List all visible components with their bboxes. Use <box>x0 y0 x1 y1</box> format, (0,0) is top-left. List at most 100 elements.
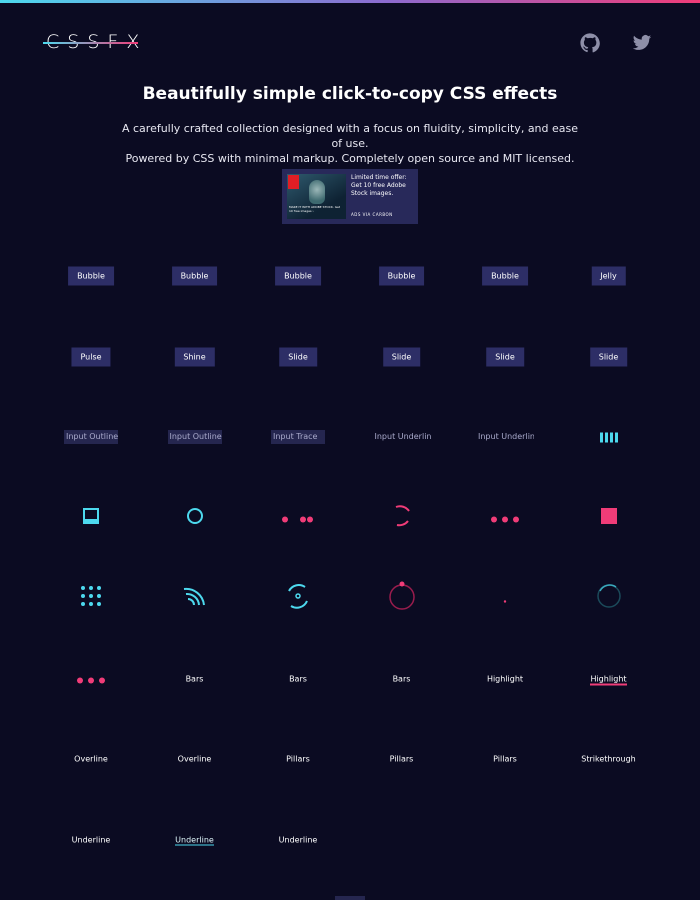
effect-card[interactable]: Pulse <box>39 317 143 397</box>
effect-card[interactable] <box>143 558 247 638</box>
ad-portrait <box>309 180 325 204</box>
effect-card[interactable]: Input Outline <box>143 397 247 477</box>
effect-demo-text[interactable]: Strikethrough <box>557 755 661 764</box>
effect-demo-button[interactable]: Slide <box>279 347 317 366</box>
effect-demo-text[interactable]: Overline <box>39 755 143 764</box>
github-link[interactable] <box>580 33 600 53</box>
effect-card[interactable]: Strikethrough <box>557 719 661 799</box>
effect-card[interactable]: Bars <box>143 639 247 719</box>
effect-card[interactable]: Overline <box>143 719 247 799</box>
effect-card[interactable]: Jelly <box>557 236 661 316</box>
effect-card[interactable]: Overline <box>39 719 143 799</box>
effect-card[interactable]: Underline <box>246 800 350 880</box>
effect-card[interactable]: Shine <box>143 317 247 397</box>
intro-line-2: Powered by CSS with minimal markup. Comp… <box>125 152 575 165</box>
effect-label: Overline <box>177 754 212 764</box>
effect-demo-text[interactable]: Underline <box>39 835 143 844</box>
effect-card[interactable] <box>350 558 454 638</box>
ring-loader-icon <box>186 507 204 529</box>
effect-demo-button[interactable]: Bubble <box>482 266 528 286</box>
effect-demo-text[interactable]: Pillars <box>453 755 557 764</box>
effect-label: Strikethrough <box>581 754 636 764</box>
effect-card[interactable]: Pillars <box>246 719 350 799</box>
effect-demo-button[interactable]: Slide <box>382 347 421 366</box>
effect-card[interactable] <box>246 478 350 558</box>
effect-card[interactable] <box>39 478 143 558</box>
effect-demo-button[interactable]: Slide <box>486 347 524 366</box>
effect-card[interactable]: Highlight <box>453 639 557 719</box>
effect-demo-text[interactable]: Pillars <box>246 755 350 764</box>
effect-label: Highlight <box>486 674 524 683</box>
effect-demo-text[interactable]: Pillars <box>350 755 454 764</box>
effect-demo-button[interactable]: Slide <box>589 347 628 366</box>
effect-label: Underline <box>71 835 111 844</box>
ad-text[interactable]: Limited time offer: Get 10 free Adobe St… <box>351 174 415 198</box>
effect-card[interactable]: Slide <box>453 317 557 397</box>
effect-demo-input[interactable]: Input Outline <box>64 430 118 444</box>
circle-dot-loader-icon <box>387 580 417 616</box>
effect-card[interactable] <box>39 639 143 719</box>
effect-demo-text[interactable]: Highlight <box>557 674 661 685</box>
effect-demo-button[interactable]: Pulse <box>71 347 111 366</box>
effect-card[interactable] <box>143 478 247 558</box>
tiny-dot-loader-icon <box>503 589 507 608</box>
carbon-ad[interactable]: MAKE IT WITH ADOBE STOCK. Get 10 free im… <box>282 169 418 224</box>
effect-card[interactable] <box>557 478 661 558</box>
effect-demo-input[interactable]: Input Trace <box>271 430 325 444</box>
effect-demo-button[interactable]: Bubble <box>171 266 218 286</box>
effect-card[interactable]: Bars <box>246 639 350 719</box>
effect-demo-text[interactable]: Bars <box>350 674 454 683</box>
effect-card[interactable] <box>246 558 350 638</box>
ad-via-carbon[interactable]: ADS VIA CARBON <box>351 212 393 217</box>
effect-demo-button[interactable]: Bubble <box>275 266 321 286</box>
bouncing-dots-loader-icon <box>281 508 315 527</box>
effect-demo-button[interactable]: Bubble <box>378 266 425 286</box>
github-icon <box>580 33 600 53</box>
effect-demo-input[interactable]: Input Underline <box>476 430 534 444</box>
orbit-loader-icon <box>285 583 311 613</box>
effect-card[interactable]: Pillars <box>453 719 557 799</box>
effect-demo-text[interactable]: Underline <box>246 835 350 844</box>
effect-card[interactable]: Bubble <box>453 236 557 316</box>
effect-demo-input[interactable]: Input Underline <box>373 430 431 444</box>
effect-demo-button[interactable]: Bubble <box>68 266 114 286</box>
effect-card[interactable]: Input Underline <box>350 397 454 477</box>
effect-card[interactable]: Underline <box>39 800 143 880</box>
effect-demo-input[interactable]: Input Outline <box>167 430 222 444</box>
effect-card[interactable]: Slide <box>350 317 454 397</box>
effect-card[interactable]: Slide <box>557 317 661 397</box>
effect-card[interactable]: Input Outline <box>39 397 143 477</box>
effect-card[interactable] <box>557 397 661 477</box>
effect-card[interactable]: Pillars <box>350 719 454 799</box>
faint-ring-loader-icon <box>596 583 622 613</box>
effect-card[interactable]: Bubble <box>143 236 247 316</box>
effect-card[interactable] <box>39 558 143 638</box>
effect-demo-text[interactable]: Underline <box>143 835 247 845</box>
effect-card[interactable] <box>453 558 557 638</box>
ad-image[interactable]: MAKE IT WITH ADOBE STOCK. Get 10 free im… <box>287 174 346 219</box>
effect-label: Bars <box>289 674 307 683</box>
effect-demo-text[interactable]: Bars <box>246 674 350 683</box>
effect-card[interactable] <box>453 478 557 558</box>
effect-card[interactable]: Underline <box>143 800 247 880</box>
effect-label: Underline <box>278 835 318 844</box>
effect-card[interactable]: Bubble <box>246 236 350 316</box>
effect-card[interactable] <box>557 558 661 638</box>
page-title: Beautifully simple click-to-copy CSS eff… <box>142 84 558 104</box>
effect-card[interactable]: Highlight <box>557 639 661 719</box>
effect-demo-button[interactable]: Shine <box>174 347 215 366</box>
effect-demo-button[interactable]: Jelly <box>591 266 626 286</box>
effect-card[interactable]: Bubble <box>39 236 143 316</box>
effect-demo-text[interactable]: Bars <box>143 674 247 683</box>
effect-card[interactable] <box>350 478 454 558</box>
effect-card[interactable]: Input Trace <box>246 397 350 477</box>
effect-card[interactable]: Bars <box>350 639 454 719</box>
effect-card[interactable]: Slide <box>246 317 350 397</box>
effect-label: Bars <box>392 674 411 683</box>
effect-card[interactable]: Input Underline <box>453 397 557 477</box>
effect-label: Underline <box>175 835 214 845</box>
twitter-link[interactable] <box>632 33 652 53</box>
effect-demo-text[interactable]: Highlight <box>453 674 557 683</box>
effect-card[interactable]: Bubble <box>350 236 454 316</box>
effect-demo-text[interactable]: Overline <box>143 755 247 764</box>
